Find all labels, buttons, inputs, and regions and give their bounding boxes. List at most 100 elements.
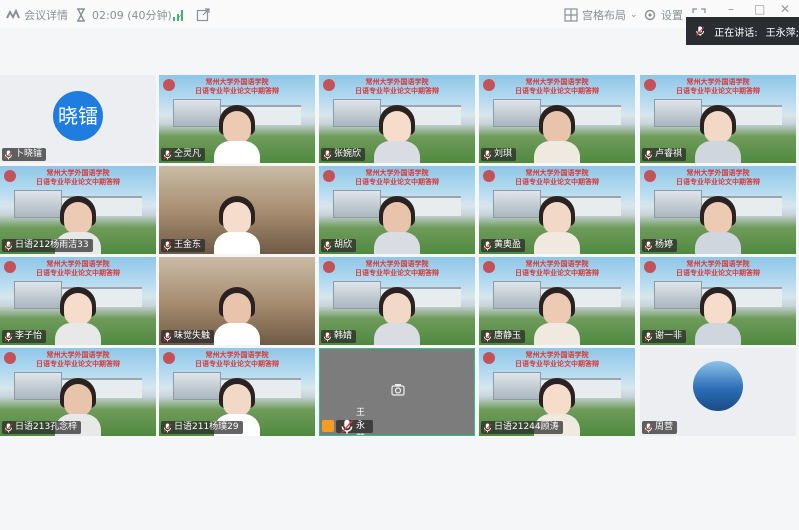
participant-tile[interactable]: 常州大学外国语学院 日语专业毕业论文中期答辩 杨婷 (640, 166, 796, 254)
close-icon[interactable]: ✕ (780, 2, 790, 16)
banner-line2: 日语专业毕业论文中期答辩 (515, 360, 599, 368)
network-status[interactable] (172, 7, 186, 23)
background-banner: 常州大学外国语学院 日语专业毕业论文中期答辩 (640, 169, 796, 187)
banner-line2: 日语专业毕业论文中期答辩 (195, 87, 279, 95)
maximize-icon[interactable]: □ (754, 2, 765, 16)
participant-tile[interactable]: 常州大学外国语学院 日语专业毕业论文中期答辩 韩婧 (319, 257, 475, 345)
participant-tile[interactable]: 常州大学外国语学院 日语专业毕业论文中期答辩唐静玉 (479, 257, 635, 345)
banner-line1: 常州大学外国语学院 (686, 260, 750, 268)
participant-nametag: 韩婧 (321, 330, 357, 343)
layout-label: 宫格布局 (582, 9, 626, 22)
microphone-icon (644, 332, 653, 341)
participant-nametag: 李子怡 (2, 330, 47, 343)
participant-tile[interactable]: 常州大学外国语学院 日语专业毕业论文中期答辩 日语212杨雨洁33 (0, 166, 156, 254)
participant-tile[interactable]: 周营 (640, 348, 796, 436)
participant-nametag: 刘琪 (481, 148, 517, 161)
participant-tile[interactable]: 常州大学外国语学院 日语专业毕业论文中期答辩仝灵凡 (159, 75, 315, 163)
participant-tile[interactable]: 常州大学外国语学院 日语专业毕业论文中期答辩 日语211杨璞29 (159, 348, 315, 436)
meeting-details-button[interactable]: 会议详情 (6, 7, 68, 23)
banner-line2: 日语专业毕业论文中期答辩 (515, 269, 599, 277)
banner-line1: 常州大学外国语学院 (686, 169, 750, 177)
participant-name: 日语21244顾涛 (494, 422, 559, 432)
participant-nametag: 卢睿祺 (642, 148, 687, 161)
background-banner: 常州大学外国语学院 日语专业毕业论文中期答辩 (319, 78, 475, 96)
banner-line1: 常州大学外国语学院 (365, 78, 429, 86)
participant-nametag: 胡欣 (321, 239, 357, 252)
avatar: 晓镭 (53, 91, 103, 141)
participant-name: 仝灵凡 (174, 149, 202, 159)
avatar (693, 361, 743, 411)
banner-line1: 常州大学外国语学院 (525, 260, 589, 268)
participant-nametag: 日语212杨雨洁33 (2, 239, 93, 252)
microphone-icon (341, 419, 353, 434)
background-banner: 常州大学外国语学院 日语专业毕业论文中期答辩 (479, 351, 635, 369)
background-banner: 常州大学外国语学院 日语专业毕业论文中期答辩 (640, 78, 796, 96)
background-banner: 常州大学外国语学院 日语专业毕业论文中期答辩 (479, 169, 635, 187)
microphone-icon (163, 423, 172, 432)
banner-line1: 常州大学外国语学院 (205, 351, 269, 359)
top-toolbar: 会议详情 02:09 (40分钟) ⌄ 宫格布局 ⌄ 设置 – □ ✕ (0, 0, 799, 28)
microphone-icon (163, 241, 172, 250)
participant-tile[interactable]: 常州大学外国语学院 日语专业毕业论文中期答辩 黄奥盈 (479, 166, 635, 254)
share-button[interactable] (196, 7, 210, 23)
participant-tile[interactable]: 常州大学外国语学院 日语专业毕业论文中期答辩日语21244顾涛 (479, 348, 635, 436)
participant-name: 卜晓镭 (15, 149, 43, 159)
minimize-icon[interactable]: – (728, 2, 734, 16)
microphone-icon (695, 26, 705, 36)
participant-nametag: 日语21244顾涛 (481, 421, 563, 434)
microphone-icon (323, 241, 332, 250)
signal-logo-icon (6, 8, 20, 20)
timer[interactable]: 02:09 (40分钟) ⌄ (74, 7, 183, 23)
banner-line2: 日语专业毕业论文中期答辩 (515, 178, 599, 186)
participant-tile[interactable]: 常州大学外国语学院 日语专业毕业论文中期答辩 李子怡 (0, 257, 156, 345)
participant-tile[interactable]: 常州大学外国语学院 日语专业毕业论文中期答辩张婉欣 (319, 75, 475, 163)
participant-tile[interactable]: 常州大学外国语学院 日语专业毕业论文中期答辩日语213孔念梓 (0, 348, 156, 436)
participant-nametag: 张婉欣 (321, 148, 366, 161)
participant-tile[interactable]: 王金东 (159, 166, 315, 254)
participant-video (534, 103, 580, 163)
banner-line2: 日语专业毕业论文中期答辩 (676, 269, 760, 277)
participant-tile[interactable]: 常州大学外国语学院 日语专业毕业论文中期答辩卢睿祺 (640, 75, 796, 163)
banner-line1: 常州大学外国语学院 (686, 78, 750, 86)
participant-video (374, 103, 420, 163)
participant-name: 唐静玉 (494, 331, 522, 341)
participant-name: 王金东 (174, 240, 202, 250)
participant-tile[interactable]: 晓镭 卜晓镭 (0, 75, 156, 163)
participant-tile[interactable]: 王永萍 (319, 348, 475, 436)
participant-video (374, 194, 420, 254)
layout-button[interactable]: 宫格布局 ⌄ (564, 7, 638, 23)
participant-video (214, 285, 260, 345)
microphone-icon (4, 423, 13, 432)
speaking-label: 正在讲话: (714, 27, 758, 39)
participant-nametag: 日语213孔念梓 (2, 421, 82, 434)
background-banner: 常州大学外国语学院 日语专业毕业论文中期答辩 (159, 78, 315, 96)
participant-tile[interactable]: 常州大学外国语学院 日语专业毕业论文中期答辩 胡欣 (319, 166, 475, 254)
microphone-icon (483, 332, 492, 341)
participant-video (695, 194, 741, 254)
microphone-icon (4, 332, 13, 341)
participant-name: 卢睿祺 (655, 149, 683, 159)
banner-line1: 常州大学外国语学院 (525, 351, 589, 359)
participant-name: 刘琪 (494, 149, 513, 159)
participant-nametag: 味觉失触 (161, 330, 215, 343)
participant-tile[interactable]: 味觉失触 (159, 257, 315, 345)
participant-tile[interactable]: 常州大学外国语学院 日语专业毕业论文中期答辩 刘琪 (479, 75, 635, 163)
background-banner: 常州大学外国语学院 日语专业毕业论文中期答辩 (0, 351, 156, 369)
banner-line1: 常州大学外国语学院 (205, 78, 269, 86)
participant-tile[interactable]: 常州大学外国语学院 日语专业毕业论文中期答辩 谢一非 (640, 257, 796, 345)
participant-name: 李子怡 (15, 331, 43, 341)
participant-name: 味觉失触 (174, 331, 211, 341)
banner-line1: 常州大学外国语学院 (46, 260, 110, 268)
banner-line1: 常州大学外国语学院 (525, 169, 589, 177)
participant-name: 周营 (655, 422, 674, 432)
participant-video (55, 285, 101, 345)
banner-line2: 日语专业毕业论文中期答辩 (36, 360, 120, 368)
participant-name: 日语213孔念梓 (15, 422, 78, 432)
microphone-icon (644, 150, 653, 159)
external-link-icon (196, 8, 210, 22)
hourglass-icon (77, 8, 85, 22)
settings-button[interactable]: 设置 (643, 7, 683, 23)
meeting-details-label: 会议详情 (24, 9, 68, 22)
microphone-icon (323, 150, 332, 159)
banner-line2: 日语专业毕业论文中期答辩 (195, 360, 279, 368)
